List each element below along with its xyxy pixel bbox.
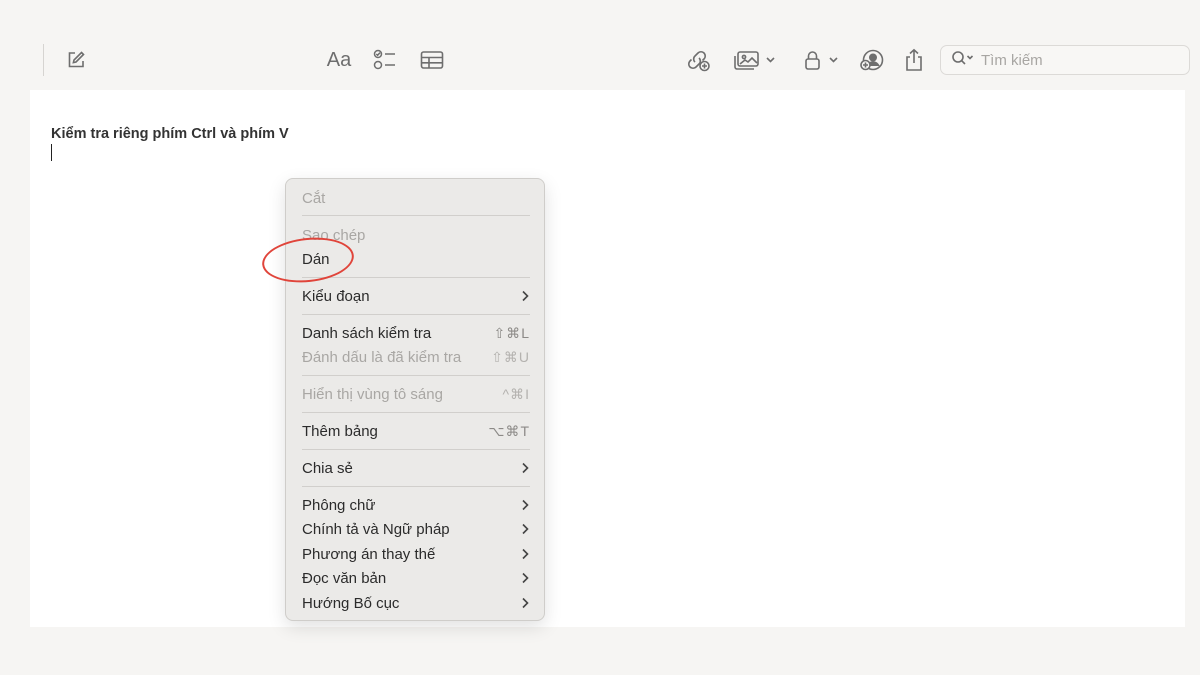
media-button[interactable] (732, 44, 778, 76)
menu-item-shortcut: ⇧⌘U (491, 348, 530, 365)
menu-item-label: Hướng Bố cục (302, 594, 400, 612)
table-icon (420, 50, 444, 70)
menu-item-label: Phông chữ (302, 496, 376, 514)
share-button[interactable] (903, 44, 925, 76)
person-add-icon (859, 48, 885, 72)
checklist-icon (373, 49, 397, 71)
chevron-right-icon (522, 572, 529, 584)
menu-item-label: Đánh dấu là đã kiểm tra (302, 348, 462, 366)
photo-icon (733, 49, 777, 71)
menu-item-checklist[interactable]: Danh sách kiểm tra ⇧⌘L (302, 322, 530, 344)
note-editor[interactable]: Kiểm tra riêng phím Ctrl và phím V (30, 90, 1185, 627)
menu-separator (302, 314, 530, 315)
collaborate-link-button[interactable] (684, 44, 712, 76)
menu-item-share[interactable]: Chia sẻ (302, 457, 530, 479)
menu-item-label: Đọc văn bản (302, 569, 387, 587)
menu-item-spelling-grammar[interactable]: Chính tả và Ngữ pháp (302, 518, 530, 540)
menu-item-paragraph-style[interactable]: Kiểu đoạn (302, 285, 530, 307)
chevron-right-icon (522, 462, 529, 474)
toolbar-divider (43, 44, 44, 76)
compose-button[interactable] (64, 44, 88, 76)
menu-item-font[interactable]: Phông chữ (302, 494, 530, 516)
menu-separator (302, 449, 530, 450)
link-add-icon (685, 48, 711, 72)
menu-item-show-highlights[interactable]: Hiển thị vùng tô sáng ^⌘I (302, 383, 530, 405)
chevron-right-icon (522, 523, 529, 535)
chevron-right-icon (522, 499, 529, 511)
text-caret (51, 144, 52, 161)
share-people-button[interactable] (858, 44, 886, 76)
compose-icon (66, 50, 86, 70)
note-title: Kiểm tra riêng phím Ctrl và phím V (51, 126, 289, 142)
menu-item-mark-checked[interactable]: Đánh dấu là đã kiểm tra ⇧⌘U (302, 346, 530, 368)
menu-item-layout-orientation[interactable]: Hướng Bố cục (302, 592, 530, 614)
menu-item-label: Cắt (302, 189, 326, 207)
menu-separator (302, 412, 530, 413)
menu-item-label: Kiểu đoạn (302, 287, 370, 305)
share-icon (904, 48, 924, 72)
format-button[interactable]: Aa (325, 44, 353, 76)
checklist-button[interactable] (372, 44, 398, 76)
menu-item-label: Chính tả và Ngữ pháp (302, 520, 450, 538)
toolbar: Aa (0, 0, 1200, 90)
format-label: Aa (326, 48, 352, 71)
menu-item-shortcut: ^⌘I (502, 385, 530, 402)
chevron-right-icon (522, 548, 529, 560)
menu-item-shortcut: ⇧⌘L (493, 324, 530, 341)
menu-separator (302, 215, 530, 216)
menu-separator (302, 486, 530, 487)
menu-item-shortcut: ⌥⌘T (488, 422, 530, 439)
chevron-right-icon (522, 290, 529, 302)
menu-item-cut[interactable]: Cắt (302, 187, 530, 209)
lock-icon (803, 49, 839, 71)
menu-item-label: Thêm bảng (302, 422, 378, 440)
menu-item-label: Phương án thay thế (302, 545, 436, 563)
menu-item-speech[interactable]: Đọc văn bản (302, 567, 530, 589)
menu-separator (302, 375, 530, 376)
menu-item-substitutions[interactable]: Phương án thay thế (302, 543, 530, 565)
search-icon (951, 50, 981, 71)
lock-button[interactable] (802, 44, 840, 76)
chevron-right-icon (522, 597, 529, 609)
menu-item-label: Chia sẻ (302, 459, 353, 477)
search-input[interactable] (981, 51, 1171, 69)
menu-item-label: Danh sách kiểm tra (302, 324, 432, 342)
menu-separator (302, 277, 530, 278)
search-field[interactable] (940, 45, 1190, 75)
menu-item-label: Hiển thị vùng tô sáng (302, 385, 443, 403)
table-button[interactable] (419, 44, 445, 76)
menu-item-add-table[interactable]: Thêm bảng ⌥⌘T (302, 420, 530, 442)
